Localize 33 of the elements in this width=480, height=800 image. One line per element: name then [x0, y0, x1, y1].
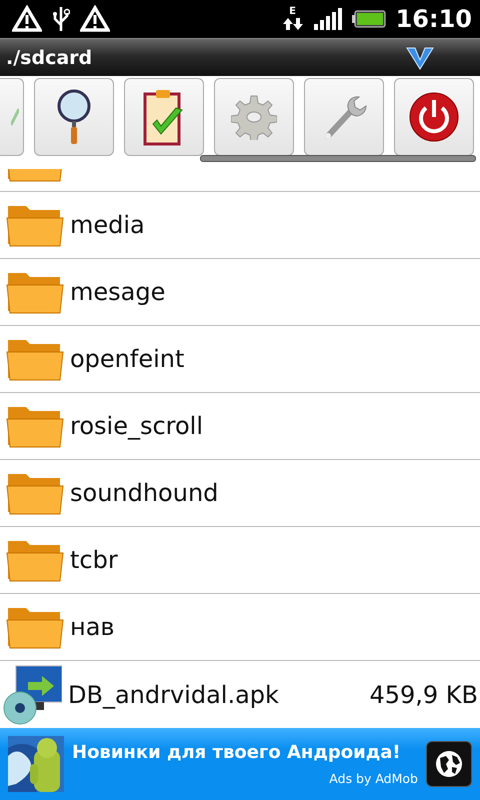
- clipboard-check-icon: [142, 88, 186, 146]
- globe-icon: [434, 749, 464, 779]
- file-name[interactable]: rosie_scroll: [70, 412, 478, 440]
- data-transfer-icon: [282, 17, 304, 31]
- file-name[interactable]: mesage: [70, 278, 478, 306]
- gear-icon: [231, 94, 277, 140]
- clipboard-button[interactable]: [124, 78, 204, 156]
- checkmark-icon: [11, 107, 19, 127]
- settings-button[interactable]: [214, 78, 294, 156]
- file-size: 459,9 KB: [369, 680, 478, 708]
- tools-button[interactable]: [304, 78, 384, 156]
- warning-icon: [80, 5, 110, 33]
- ad-attribution: Ads by AdMob: [329, 771, 418, 786]
- path-title: ./sdcard: [6, 46, 94, 68]
- network-type: E: [289, 7, 296, 17]
- usb-icon: [52, 5, 70, 33]
- file-name[interactable]: нав: [70, 613, 478, 641]
- clock: 16:10: [396, 5, 472, 33]
- power-icon: [409, 92, 459, 142]
- file-name[interactable]: soundhound: [70, 479, 478, 507]
- power-button[interactable]: [394, 78, 474, 156]
- file-name[interactable]: tcbr: [70, 546, 478, 574]
- battery-icon: [352, 10, 386, 28]
- installer-icon: [2, 664, 62, 726]
- file-name[interactable]: openfeint: [70, 345, 478, 373]
- warning-icon: [12, 5, 42, 33]
- file-name[interactable]: media: [70, 211, 478, 239]
- file-name[interactable]: DB_andrvidal.apk: [68, 680, 364, 708]
- folder-icon: [6, 169, 64, 183]
- search-button[interactable]: [34, 78, 114, 156]
- globe-button[interactable]: [426, 741, 472, 787]
- chevron-down-icon[interactable]: [406, 46, 434, 70]
- signal-icon: [314, 8, 342, 30]
